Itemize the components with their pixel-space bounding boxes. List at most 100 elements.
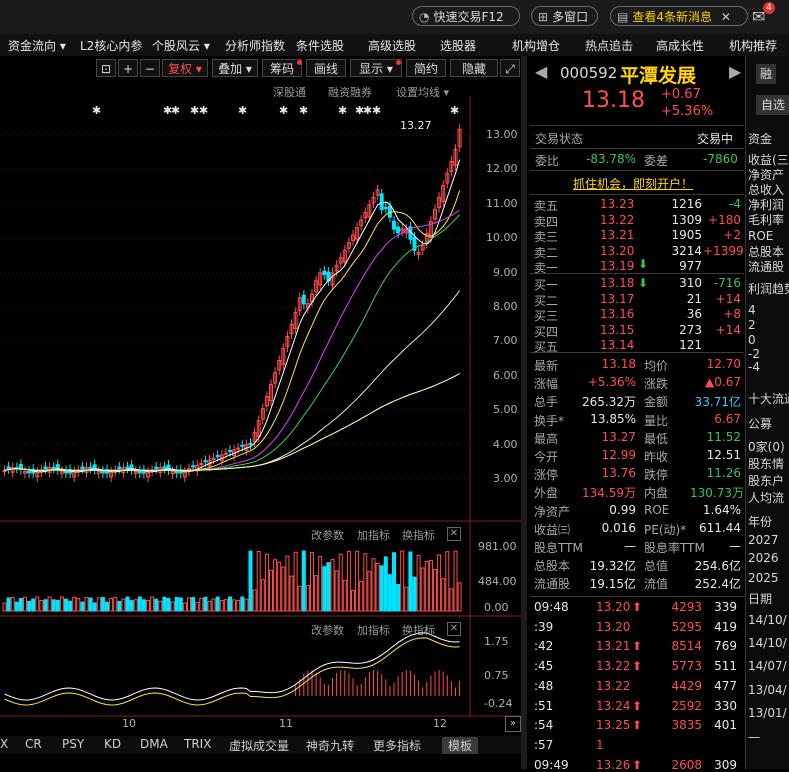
menu-item-picker[interactable]: 选股器 xyxy=(440,37,476,54)
tab-template[interactable]: 模板 xyxy=(442,737,479,754)
stat-label: 总手 xyxy=(534,395,559,410)
menu-item-inst-rec[interactable]: 机构推荐 xyxy=(729,37,777,54)
f10-item: ROE xyxy=(748,229,774,243)
volume-bar xyxy=(18,597,23,612)
draw-button[interactable]: 画线 xyxy=(306,59,346,77)
scroll-right-icon[interactable]: » xyxy=(505,716,521,732)
stat-value: 265.32万 xyxy=(582,395,636,410)
tab-kd[interactable]: KD xyxy=(104,737,121,751)
volume-bar xyxy=(215,596,220,612)
quick-trade-button[interactable]: ◔ 快速交易F12 xyxy=(412,6,520,26)
stat-label: 内盘 xyxy=(644,486,669,501)
macd-add-indicator[interactable]: 加指标 xyxy=(357,622,390,638)
ma30-line xyxy=(4,214,460,472)
candle-body xyxy=(236,447,241,450)
simple-button[interactable]: 简约 xyxy=(406,59,446,77)
macd-switch-indicator[interactable]: 换指标 xyxy=(402,622,435,638)
f10-item: 股东户 xyxy=(748,474,785,488)
adjust-button[interactable]: 复权 ▾ xyxy=(162,59,208,77)
hide-button[interactable]: 隐藏 xyxy=(450,59,498,77)
menu-item-analyst[interactable]: 分析师指数 xyxy=(225,37,285,54)
tick-price: 13.20 xyxy=(596,600,631,614)
divider xyxy=(530,170,744,171)
chips-button[interactable]: 筹码 xyxy=(262,59,302,77)
watchlist-button[interactable]: 自选 xyxy=(756,95,789,115)
vol-add-indicator[interactable]: 加指标 xyxy=(357,527,390,543)
signal-star: ✱ xyxy=(372,104,381,117)
zoom-out-icon[interactable]: − xyxy=(140,59,160,77)
tick-count: 769 xyxy=(714,639,737,654)
vol-switch-indicator[interactable]: 换指标 xyxy=(402,527,435,543)
kline-chart[interactable]: ✱ ✱✱ ✱ ✱ ✱ ✱ ✱ ✱ ✱✱ ✱ ✱ xyxy=(0,96,521,736)
vol-close-icon[interactable]: ✕ xyxy=(447,527,461,541)
volume-bar xyxy=(371,558,376,612)
tab-psy[interactable]: PSY xyxy=(62,737,84,751)
stat-label: 总值 xyxy=(644,559,669,574)
menu-item-growth[interactable]: 高成长性 xyxy=(656,37,704,54)
tab-cr[interactable]: CR xyxy=(25,737,42,751)
ask-label: 卖一 xyxy=(534,261,559,275)
f10-item: 2026 xyxy=(748,551,779,565)
volume-bar xyxy=(121,598,126,612)
volume-bar xyxy=(293,551,298,612)
stat-value: ▲0.67 xyxy=(705,375,741,390)
macd-close-icon[interactable]: ✕ xyxy=(447,622,461,636)
ask-volume: 1905 xyxy=(671,228,702,242)
signal-star: ✱ xyxy=(299,104,308,117)
margin-button[interactable]: 融 xyxy=(756,64,776,84)
promo-link[interactable]: 抓住机会，即刻开户！ xyxy=(573,175,693,192)
vol-edit-params[interactable]: 改参数 xyxy=(311,527,344,543)
tab-magic-nine[interactable]: 神奇九转 xyxy=(306,737,354,754)
stat-label: 换手* xyxy=(534,413,565,428)
lock-icon[interactable]: ⊡ xyxy=(96,59,116,77)
tab-x[interactable]: X xyxy=(0,737,8,751)
zoom-in-icon[interactable]: + xyxy=(118,59,138,77)
stat-value: — xyxy=(729,539,741,553)
menu-item-stock-news[interactable]: 个股风云 ▾ xyxy=(152,37,210,54)
tab-virtual-vol[interactable]: 虚拟成交量 xyxy=(229,737,289,754)
divider xyxy=(530,194,744,195)
macd-edit-params[interactable]: 改参数 xyxy=(311,622,344,638)
volume-bar xyxy=(178,597,183,612)
menu-item-condition-pick[interactable]: 条件选股 xyxy=(296,37,344,54)
fullscreen-icon[interactable]: ⤢ xyxy=(500,59,520,77)
ask-change: -4 xyxy=(729,197,741,211)
next-stock-icon[interactable]: ▶ xyxy=(729,62,741,81)
menu-item-l2[interactable]: L2核心内参 xyxy=(80,37,142,54)
ask-change: +180 xyxy=(708,212,741,227)
volume-bar xyxy=(449,588,454,612)
candle-body xyxy=(100,470,105,474)
up-arrow-icon: ⬆ xyxy=(632,639,643,654)
f10-item: 14/07/ xyxy=(748,659,787,673)
candle-body xyxy=(64,470,68,474)
tab-dma[interactable]: DMA xyxy=(140,737,168,751)
volume-bar xyxy=(445,551,450,612)
tab-trix[interactable]: TRIX xyxy=(184,737,211,751)
news-button[interactable]: ▤ 查看4条新消息 ✕ xyxy=(610,6,748,26)
price-change: +0.67 xyxy=(661,87,701,102)
stat-value: 134.59万 xyxy=(582,486,636,501)
menu-item-fund-flow[interactable]: 资金流向 ▾ xyxy=(8,37,66,54)
f10-item: 0 xyxy=(748,333,756,347)
prev-stock-icon[interactable]: ◀ xyxy=(535,62,547,81)
menu-item-hot[interactable]: 热点追击 xyxy=(585,37,633,54)
stat-value: 12.99 xyxy=(601,448,636,462)
candle-body xyxy=(379,193,384,211)
wb-label: 委比 xyxy=(535,154,560,168)
signal-star: ✱ xyxy=(238,104,247,117)
tick-price: 13.26 xyxy=(596,757,631,772)
volume-bar xyxy=(301,550,306,612)
f10-item: 0家(0) xyxy=(748,440,785,454)
menu-item-adv-pick[interactable]: 高级选股 xyxy=(368,37,416,54)
close-icon[interactable]: ✕ xyxy=(721,10,731,24)
tab-more[interactable]: 更多指标 xyxy=(373,737,421,754)
menu-item-inst-add[interactable]: 机构增仓 xyxy=(512,37,560,54)
volume-bar xyxy=(248,550,253,612)
display-button[interactable]: 显示 ▾ xyxy=(350,59,402,77)
f10-item: 13/01/ xyxy=(748,706,787,720)
overlay-button[interactable]: 叠加 ▾ xyxy=(212,59,258,77)
volume-bar xyxy=(453,550,458,612)
volume-bar xyxy=(174,597,179,612)
multi-window-button[interactable]: ⊞ 多窗口 xyxy=(531,6,598,26)
volume-bar xyxy=(113,596,118,612)
